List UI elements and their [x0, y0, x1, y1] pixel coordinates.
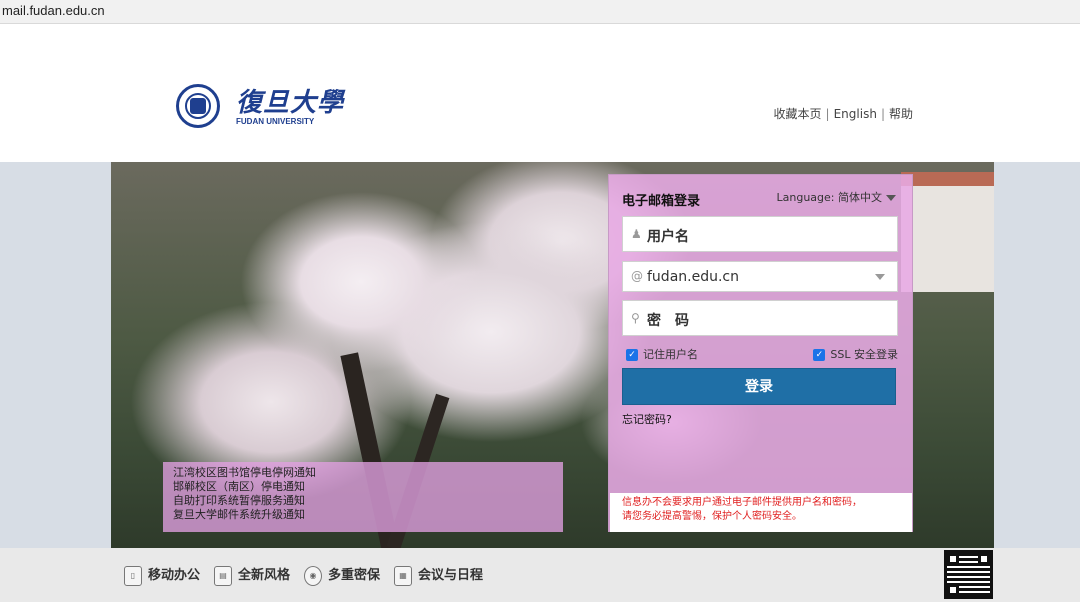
language-value[interactable]: 简体中文 — [838, 191, 882, 204]
qr-code-icon — [944, 550, 993, 599]
logo-chinese-name: 復旦大學 — [236, 88, 345, 118]
language-selector[interactable]: Language: 简体中文 — [776, 189, 896, 205]
login-title: 电子邮箱登录 — [622, 194, 701, 209]
logo-english-name: FUDAN UNIVERSITY — [236, 117, 315, 126]
checkbox-checked-icon[interactable]: ✓ — [626, 349, 638, 361]
url-text[interactable]: mail.fudan.edu.cn — [2, 3, 105, 18]
chevron-down-icon[interactable] — [875, 274, 885, 280]
remember-username-checkbox[interactable]: ✓ 记住用户名 — [626, 346, 698, 362]
news-item[interactable]: 邯郸校区（南区）停电通知 — [173, 480, 553, 494]
ssl-label: SSL 安全登录 — [830, 348, 898, 361]
domain-select[interactable]: @ fudan.edu.cn — [622, 261, 898, 292]
mobile-icon: ▯ — [124, 565, 142, 586]
news-panel: 江湾校区图书馆停电停网通知 邯郸校区（南区）停电通知 自助打印系统暂停服务通知 … — [163, 462, 563, 532]
feature-style[interactable]: ▤ 全新风格 — [214, 564, 290, 586]
help-link[interactable]: 帮助 — [889, 107, 913, 121]
domain-value: fudan.edu.cn — [647, 269, 739, 285]
login-panel: 电子邮箱登录 Language: 简体中文 ♟ 用户名 @ fudan.edu.… — [608, 174, 913, 532]
at-icon: @ — [631, 269, 643, 283]
page-header — [0, 24, 1080, 162]
browser-address-bar[interactable]: mail.fudan.edu.cn — [0, 0, 1080, 24]
chevron-down-icon[interactable] — [886, 195, 896, 201]
feature-calendar[interactable]: ▦ 会议与日程 — [394, 564, 483, 586]
fudan-seal-icon — [176, 84, 220, 128]
user-icon: ♟ — [631, 227, 642, 241]
feature-label: 多重密保 — [328, 568, 381, 583]
checkbox-checked-icon[interactable]: ✓ — [813, 349, 826, 361]
news-item[interactable]: 江湾校区图书馆停电停网通知 — [173, 466, 553, 480]
username-placeholder: 用户名 — [647, 229, 689, 245]
bookmark-link[interactable]: 收藏本页 — [774, 107, 822, 121]
remember-label: 记住用户名 — [643, 348, 698, 361]
password-field[interactable]: ⚲ 密 码 — [622, 300, 898, 336]
language-label: Language: — [776, 191, 835, 204]
news-item[interactable]: 自助打印系统暂停服务通知 — [173, 494, 553, 508]
feature-label: 会议与日程 — [418, 568, 484, 583]
username-field[interactable]: ♟ 用户名 — [622, 216, 898, 252]
feature-label: 全新风格 — [238, 568, 291, 583]
feature-label: 移动办公 — [148, 568, 201, 583]
key-icon: ⚲ — [631, 311, 640, 325]
style-icon: ▤ — [214, 565, 232, 586]
notice-line: 请您务必提高警惕，保护个人密码安全。 — [622, 511, 802, 522]
feature-security[interactable]: ◉ 多重密保 — [304, 564, 380, 586]
forgot-password-link[interactable]: 忘记密码? — [622, 411, 672, 427]
header-links: 收藏本页 | English | 帮助 — [773, 107, 913, 121]
calendar-icon: ▦ — [394, 565, 412, 586]
login-button[interactable]: 登录 — [622, 368, 896, 405]
ssl-login-checkbox[interactable]: ✓ SSL 安全登录 — [813, 346, 898, 362]
security-notice: 信息办不会要求用户通过电子邮件提供用户名和密码， 请您务必提高警惕，保护个人密码… — [610, 493, 912, 532]
news-item[interactable]: 复旦大学邮件系统升级通知 — [173, 508, 553, 522]
notice-line: 信息办不会要求用户通过电子邮件提供用户名和密码， — [622, 497, 862, 508]
shield-icon: ◉ — [304, 565, 322, 586]
english-link[interactable]: English — [834, 107, 877, 121]
feature-mobile[interactable]: ▯ 移动办公 — [124, 564, 200, 586]
feature-footer: ▯ 移动办公 ▤ 全新风格 ◉ 多重密保 ▦ 会议与日程 — [0, 548, 1080, 602]
password-placeholder: 密 码 — [647, 313, 689, 329]
